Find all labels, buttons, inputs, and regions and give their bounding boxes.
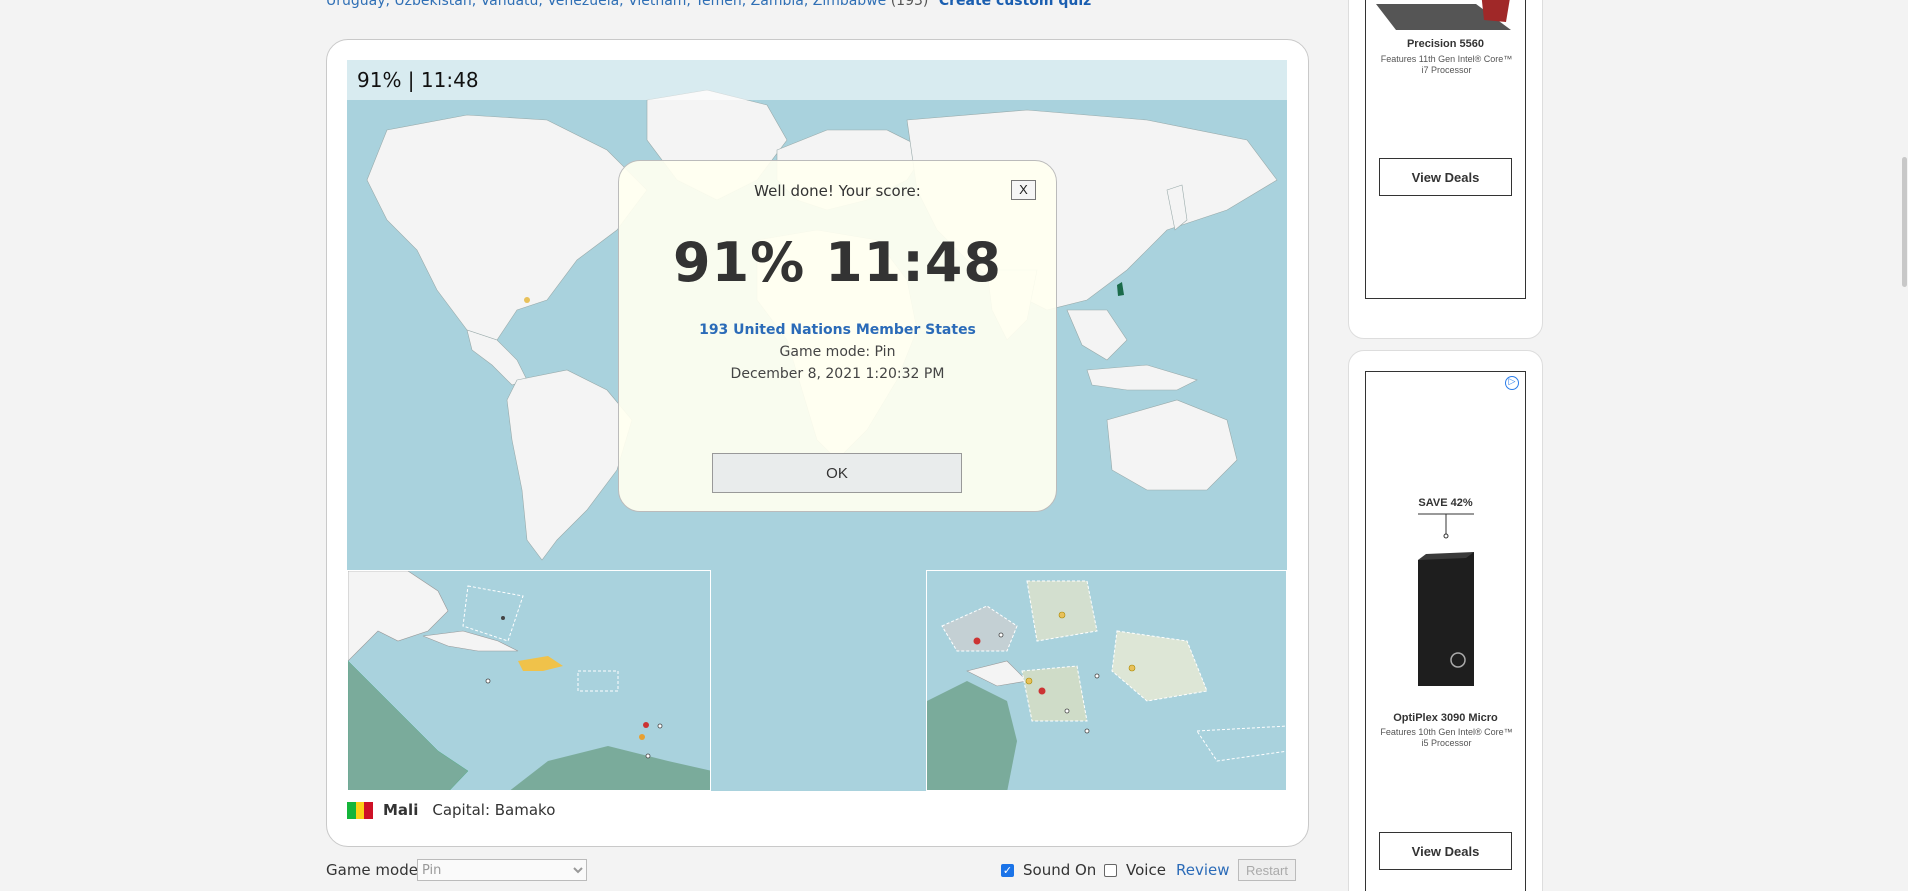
game-mode-text: Game mode: Pin [779, 344, 896, 360]
review-link[interactable]: Review [1176, 861, 1230, 879]
voice-label: Voice [1126, 861, 1166, 879]
ad-product-description: Features 11th Gen Intel® Core™ i7 Proces… [1380, 54, 1513, 75]
laptop-icon [1376, 0, 1511, 30]
caribbean-inset-graphic [348, 571, 710, 790]
country-count: (193) [890, 0, 929, 9]
score-dialog: Well done! Your score: X 91% 11:48 193 U… [618, 160, 1057, 512]
view-deals-button[interactable]: View Deals [1379, 158, 1512, 196]
page-scrollbar[interactable] [1900, 0, 1908, 891]
view-deals-button-2[interactable]: View Deals [1379, 832, 1512, 870]
game-controls: Game mode: Pin ✓ Sound On Voice Review R… [326, 859, 1298, 883]
voice-toggle[interactable]: Voice [1104, 861, 1166, 879]
scrollbar-thumb[interactable] [1902, 157, 1907, 287]
ad-product-name: Precision 5560 [1406, 38, 1485, 50]
completion-date: December 8, 2021 1:20:32 PM [730, 366, 945, 382]
quiz-title-link[interactable]: 193 United Nations Member States [619, 322, 1056, 338]
score-time-bar: 91% | 11:48 [347, 60, 1287, 100]
ad-product-description-2: Features 10th Gen Intel® Core™ i5 Proces… [1380, 727, 1513, 748]
target-capital: Capital: Bamako [432, 801, 556, 819]
score-dialog-heading: Well done! Your score: [754, 182, 921, 200]
voice-checkbox[interactable] [1104, 863, 1117, 877]
sound-checkbox[interactable]: ✓ [1001, 863, 1014, 877]
oceania-inset[interactable] [926, 570, 1287, 791]
sound-label: Sound On [1023, 861, 1097, 879]
final-score: 91% 11:48 [673, 231, 1002, 294]
mali-flag-icon [347, 801, 374, 819]
oceania-inset-graphic [927, 571, 1286, 790]
ad-frame-optiplex[interactable]: ▷ SAVE 42% OptiPlex 3090 Micro Features … [1365, 371, 1526, 891]
ad-card-optiplex: ▷ SAVE 42% OptiPlex 3090 Micro Features … [1348, 350, 1543, 891]
country-list-line: Uruguay, Uzbekistan, Vanuatu, Venezuela,… [326, 0, 1091, 9]
ok-button[interactable]: OK [712, 453, 962, 493]
desktop-pc-icon [1418, 513, 1474, 686]
target-country-name: Mali [383, 801, 419, 819]
game-mode-select[interactable]: Pin [417, 859, 587, 881]
ad-card-precision: Precision 5560 Features 11th Gen Intel® … [1348, 0, 1543, 339]
country-list-links[interactable]: Uruguay, Uzbekistan, Vanuatu, Venezuela,… [326, 0, 886, 9]
sound-toggle[interactable]: ✓ Sound On [1001, 861, 1096, 879]
create-custom-quiz-link[interactable]: Create custom quiz [939, 0, 1092, 9]
restart-button[interactable]: Restart [1238, 859, 1296, 881]
game-mode-label: Game mode: [326, 861, 424, 879]
close-button[interactable]: X [1011, 180, 1036, 200]
ad-frame-precision[interactable]: Precision 5560 Features 11th Gen Intel® … [1365, 0, 1526, 299]
ad-choices-icon[interactable]: ▷ [1505, 376, 1519, 390]
target-country: Mali Capital: Bamako [347, 801, 555, 819]
ad-product-name-2: OptiPlex 3090 Micro [1393, 712, 1498, 724]
caribbean-inset[interactable] [347, 570, 711, 791]
ad-discount-tag: SAVE 42% [1418, 497, 1473, 509]
